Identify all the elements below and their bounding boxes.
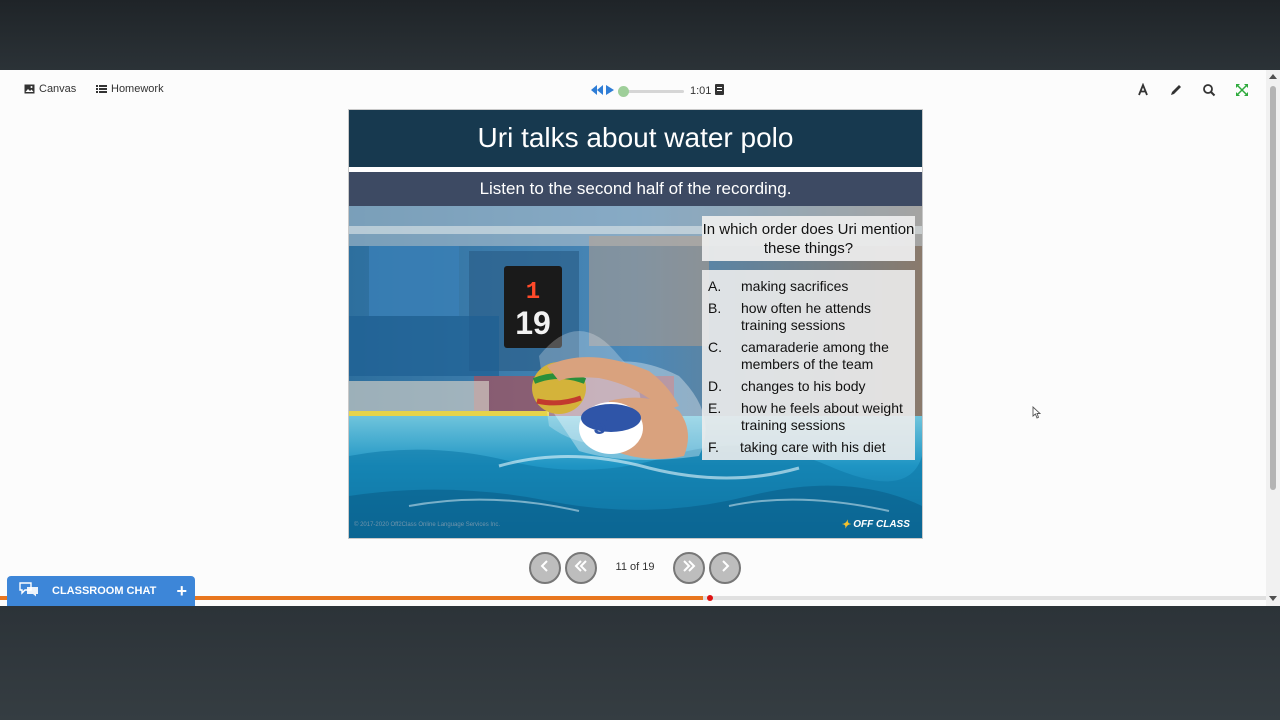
chevron-right-icon (720, 559, 730, 577)
double-chevron-left-icon (574, 559, 588, 577)
option-letter: C. (708, 339, 722, 355)
last-slide-button[interactable] (673, 552, 705, 584)
mouse-cursor-icon (1032, 405, 1042, 424)
option-text: how he feels about weight training sessi… (741, 400, 903, 433)
option-letter: E. (708, 400, 722, 416)
lesson-player: Canvas Homework 1:01 Uri talks about wat… (0, 70, 1280, 606)
option-letter: D. (708, 378, 722, 394)
first-slide-button[interactable] (565, 552, 597, 584)
question-box: In which order does Uri mention these th… (702, 216, 915, 261)
star-icon: ✦ (841, 519, 851, 531)
slide-subtitle: Listen to the second half of the recordi… (349, 172, 922, 206)
brand-text: OFF CLASS (853, 519, 910, 530)
svg-text:1: 1 (526, 279, 540, 306)
lesson-progress-marker[interactable] (707, 595, 713, 601)
scoreboard-number: 19 (515, 305, 551, 341)
audio-player: 1:01 (591, 82, 725, 100)
option-letter: F. (708, 439, 719, 455)
audio-seek-handle[interactable] (618, 85, 629, 97)
option-text: how often he attends training sessions (741, 300, 871, 333)
audio-time: 1:01 (690, 85, 712, 97)
chevron-left-icon (540, 559, 550, 577)
scroll-up-arrow[interactable] (1269, 74, 1277, 79)
fullscreen-icon[interactable] (1235, 83, 1249, 97)
audio-seek-slider[interactable] (618, 85, 684, 97)
list-icon (96, 84, 107, 94)
image-icon (24, 84, 35, 94)
homework-button[interactable]: Homework (96, 83, 164, 95)
canvas-button[interactable]: Canvas (24, 83, 76, 95)
copyright-text: © 2017-2020 Off2Class Online Language Se… (354, 522, 501, 528)
pencil-icon[interactable] (1169, 83, 1183, 97)
slide-counter: 11 of 19 (615, 561, 655, 573)
cap-number: 5 (594, 414, 607, 439)
video-bottom-letterbox (0, 606, 1280, 720)
double-chevron-right-icon (682, 559, 696, 577)
option-text: taking care with his diet (740, 439, 886, 455)
scrollbar-thumb[interactable] (1270, 86, 1276, 490)
chat-icon (18, 581, 40, 602)
transcript-icon[interactable] (715, 82, 725, 100)
scroll-down-arrow[interactable] (1269, 596, 1277, 601)
chat-label: CLASSROOM CHAT (52, 585, 157, 597)
text-tool-icon[interactable] (1136, 82, 1150, 97)
brand-logo: ✦ OFF CLASS (841, 518, 910, 531)
homework-label: Homework (111, 83, 164, 95)
next-slide-button[interactable] (709, 552, 741, 584)
vertical-scrollbar[interactable] (1266, 70, 1280, 606)
plus-icon[interactable]: + (176, 582, 187, 600)
classroom-chat-button[interactable]: CLASSROOM CHAT + (7, 576, 195, 606)
option-letter: A. (708, 278, 722, 294)
rewind-icon[interactable] (591, 82, 603, 100)
lesson-slide: Uri talks about water polo Listen to the… (348, 109, 923, 539)
slide-title: Uri talks about water polo (349, 110, 922, 167)
option-letter: B. (708, 300, 722, 316)
video-top-letterbox (0, 0, 1280, 70)
search-icon[interactable] (1202, 83, 1216, 97)
canvas-label: Canvas (39, 83, 77, 95)
toolbar: Canvas Homework 1:01 (0, 70, 1266, 110)
previous-slide-button[interactable] (529, 552, 561, 584)
option-text: changes to his body (741, 378, 866, 394)
option-text: making sacrifices (741, 278, 849, 294)
play-icon[interactable] (606, 82, 614, 100)
options-box: A. making sacrifices B. how often he att… (702, 270, 915, 460)
option-text: camaraderie among the members of the tea… (741, 339, 889, 372)
